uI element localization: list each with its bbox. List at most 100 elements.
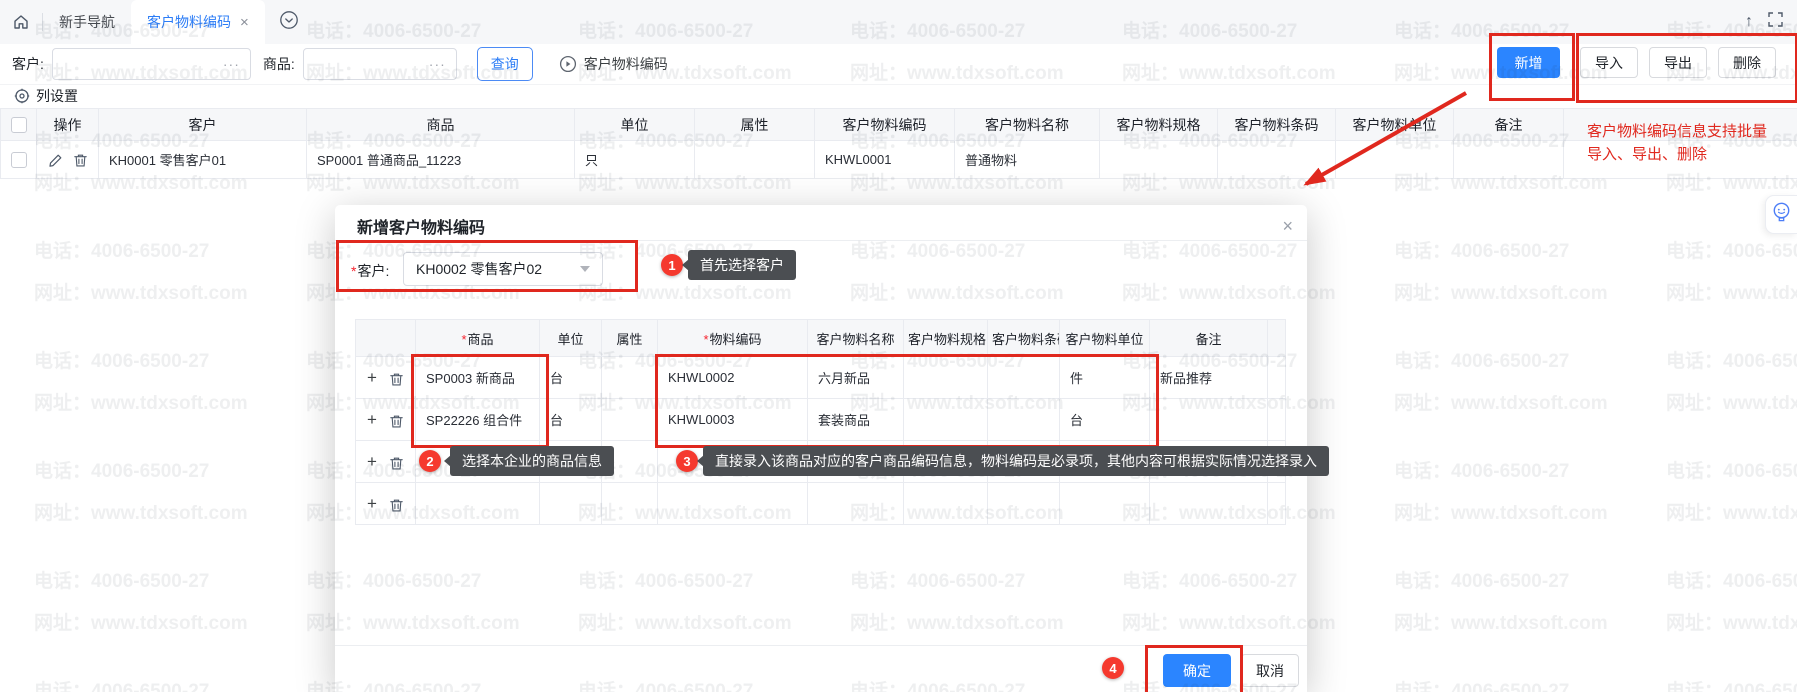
- modal-cancel-button[interactable]: 取消: [1241, 654, 1299, 687]
- grid-cell[interactable]: [540, 441, 602, 483]
- modal-table-header-row: *商品单位属性*物料编码客户物料名称客户物料规格客户物料条码客户物料单位备注: [356, 320, 1286, 357]
- grid-cell[interactable]: 台: [540, 357, 602, 399]
- tab-kehuwuliaobianma[interactable]: 客户物料编码 ×: [131, 0, 265, 44]
- import-button[interactable]: 导入: [1580, 47, 1638, 78]
- grid-cell[interactable]: [540, 483, 602, 525]
- customer-filter-input[interactable]: ···: [52, 48, 251, 80]
- grid-cell[interactable]: [808, 483, 904, 525]
- tab-xinshoudaohang[interactable]: 新手导航: [43, 0, 131, 44]
- grid-cell[interactable]: [904, 483, 988, 525]
- delete-icon[interactable]: [73, 153, 88, 168]
- grid-cell[interactable]: [1150, 441, 1268, 483]
- modal-close-icon[interactable]: ×: [1282, 217, 1293, 235]
- home-button[interactable]: [0, 0, 42, 44]
- grid-cell[interactable]: 台: [540, 399, 602, 441]
- main-table-header-row: 操作客户商品单位属性客户物料编码客户物料名称客户物料规格客户物料条码客户物料单位…: [1, 109, 1797, 141]
- grid-cell[interactable]: 件: [1060, 357, 1150, 399]
- column-settings-button[interactable]: 列设置: [14, 85, 78, 107]
- tab-label: 新手导航: [59, 12, 115, 32]
- delete-row-icon[interactable]: [389, 498, 404, 513]
- grid-cell[interactable]: [602, 483, 658, 525]
- add-row-icon[interactable]: +: [367, 452, 377, 471]
- grid-cell[interactable]: 套装商品: [808, 399, 904, 441]
- watermark-text: 电话：4006-6500-27网址：www.tdxsoft.com: [1394, 346, 1608, 415]
- column-header: 客户物料编码: [815, 109, 955, 141]
- grid-cell[interactable]: [904, 357, 988, 399]
- select-all-checkbox[interactable]: [11, 117, 27, 133]
- collapse-up-icon[interactable]: ↑: [1745, 14, 1753, 30]
- modal-table-row: + SP0003 新商品台 KHWL0002六月新品 件新品推荐: [356, 357, 1286, 399]
- grid-cell[interactable]: 新品推荐: [1150, 357, 1268, 399]
- grid-cell[interactable]: [988, 399, 1060, 441]
- grid-cell[interactable]: [602, 357, 658, 399]
- table-cell: [1336, 141, 1454, 179]
- column-header: 客户物料规格: [904, 320, 988, 357]
- grid-cell[interactable]: [808, 441, 904, 483]
- add-row-icon[interactable]: +: [367, 410, 377, 429]
- guide-link[interactable]: 客户物料编码: [559, 54, 668, 74]
- row-actions-cell: +: [356, 399, 416, 441]
- guide-label: 客户物料编码: [584, 54, 668, 74]
- grid-cell-filler: [1268, 399, 1286, 441]
- watermark-text: 电话：4006-6500-27网址：www.tdxsoft.com: [34, 566, 248, 635]
- grid-cell[interactable]: KHWL0002: [658, 357, 808, 399]
- tab-bar: 新手导航 客户物料编码 × ↑: [0, 0, 1797, 45]
- watermark-text: 电话：4006-6500-27网址：www.tdxsoft.com: [1666, 676, 1797, 692]
- grid-cell[interactable]: [658, 441, 808, 483]
- row-actions-cell: [37, 141, 99, 179]
- grid-cell[interactable]: SP22226 组合件: [416, 399, 540, 441]
- watermark-text: 电话：4006-6500-27网址：www.tdxsoft.com: [1666, 456, 1797, 525]
- grid-cell[interactable]: [1150, 399, 1268, 441]
- delete-row-icon[interactable]: [389, 456, 404, 471]
- grid-cell[interactable]: 六月新品: [808, 357, 904, 399]
- delete-button[interactable]: 删除: [1718, 47, 1776, 78]
- grid-cell[interactable]: [988, 441, 1060, 483]
- fullscreen-icon[interactable]: [1768, 12, 1783, 32]
- grid-cell[interactable]: [416, 483, 540, 525]
- add-button[interactable]: 新增: [1497, 47, 1560, 78]
- add-row-icon[interactable]: +: [367, 494, 377, 513]
- column-settings-gear-icon: [14, 88, 30, 104]
- modal-table-row: +SP22226 组合件台KHWL0003套装商品台: [356, 399, 1286, 441]
- column-header: 单位: [575, 109, 695, 141]
- grid-cell[interactable]: SP0003 新商品: [416, 357, 540, 399]
- query-button[interactable]: 查询: [477, 47, 533, 81]
- modal-ok-button[interactable]: 确定: [1163, 654, 1231, 687]
- tab-close-icon[interactable]: ×: [240, 15, 249, 30]
- required-mark: *: [461, 332, 466, 347]
- delete-row-icon[interactable]: [389, 372, 404, 387]
- tab-label: 客户物料编码: [147, 12, 231, 32]
- add-row-icon[interactable]: +: [367, 368, 377, 387]
- column-header: 操作: [37, 109, 99, 141]
- tab-list-dropdown[interactable]: [279, 10, 299, 35]
- modal-table: *商品单位属性*物料编码客户物料名称客户物料规格客户物料条码客户物料单位备注 + S…: [355, 319, 1286, 525]
- grid-cell[interactable]: [988, 357, 1060, 399]
- row-checkbox[interactable]: [11, 152, 27, 168]
- grid-cell[interactable]: [1060, 483, 1150, 525]
- product-filter-input[interactable]: ···: [303, 48, 457, 80]
- column-header: 客户物料条码: [1218, 109, 1336, 141]
- grid-cell[interactable]: [904, 399, 988, 441]
- grid-cell[interactable]: [416, 441, 540, 483]
- column-header-filler: [1564, 109, 1797, 141]
- grid-cell[interactable]: [1060, 441, 1150, 483]
- grid-cell[interactable]: KHWL0003: [658, 399, 808, 441]
- ellipsis-icon: ···: [429, 56, 446, 72]
- row-actions-cell: +: [356, 441, 416, 483]
- watermark-text: 电话：4006-6500-27网址：www.tdxsoft.com: [34, 676, 248, 692]
- grid-cell[interactable]: [602, 441, 658, 483]
- edit-icon[interactable]: [48, 153, 63, 168]
- grid-cell[interactable]: [988, 483, 1060, 525]
- export-button[interactable]: 导出: [1649, 47, 1707, 78]
- modal-customer-select[interactable]: KH0002 零售客户02: [403, 252, 603, 286]
- grid-cell[interactable]: 台: [1060, 399, 1150, 441]
- grid-cell[interactable]: [658, 483, 808, 525]
- add-customer-material-modal: 新增客户物料编码 × *客户: KH0002 零售客户02 *商品单位属性*物料…: [335, 205, 1307, 692]
- grid-cell[interactable]: [602, 399, 658, 441]
- delete-row-icon[interactable]: [389, 414, 404, 429]
- column-header: 备注: [1454, 109, 1564, 141]
- modal-table-row: +: [356, 441, 1286, 483]
- help-assistant-button[interactable]: [1765, 195, 1797, 234]
- grid-cell[interactable]: [1150, 483, 1268, 525]
- grid-cell[interactable]: [904, 441, 988, 483]
